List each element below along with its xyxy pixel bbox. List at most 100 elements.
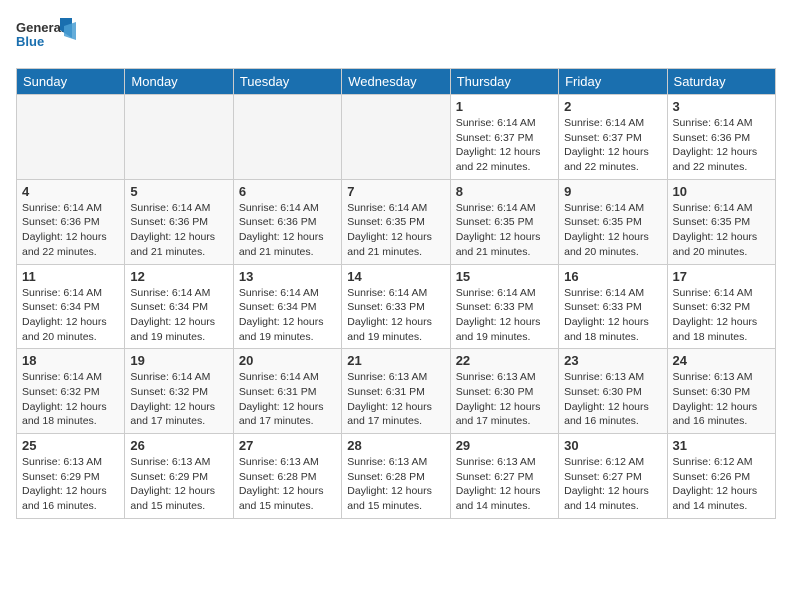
calendar-cell: 1 Sunrise: 6:14 AM Sunset: 6:37 PM Daylig…	[450, 95, 558, 180]
calendar-cell: 18Sunrise: 6:14 AM Sunset: 6:32 PM Dayli…	[17, 349, 125, 434]
day-number: 27	[239, 438, 336, 453]
day-info: Sunrise: 6:13 AM Sunset: 6:30 PM Dayligh…	[456, 370, 553, 429]
calendar-cell	[17, 95, 125, 180]
calendar-cell: 11 Sunrise: 6:14 AM Sunset: 6:34 PM Dayli…	[17, 264, 125, 349]
day-number: 3	[673, 99, 770, 114]
day-info: Sunrise: 6:14 AM Sunset: 6:33 PM Dayligh…	[564, 286, 661, 345]
day-info: Sunrise: 6:14 AM Sunset: 6:31 PM Dayligh…	[239, 370, 336, 429]
calendar-cell: 20 Sunrise: 6:14 AM Sunset: 6:31 PM Dayli…	[233, 349, 341, 434]
day-info: Sunrise: 6:14 AM Sunset: 6:37 PM Dayligh…	[456, 116, 553, 175]
day-of-week-header: Tuesday	[233, 69, 341, 95]
day-info: Sunrise: 6:14 AM Sunset: 6:34 PM Dayligh…	[130, 286, 227, 345]
day-info: Sunrise: 6:14 AM Sunset: 6:34 PM Dayligh…	[239, 286, 336, 345]
logo: GeneralBlue	[16, 16, 76, 56]
day-info: Sunrise: 6:14 AM Sunset: 6:35 PM Dayligh…	[564, 201, 661, 260]
page-header: GeneralBlue	[16, 16, 776, 56]
calendar-cell: 2Sunrise: 6:14 AM Sunset: 6:37 PM Daylig…	[559, 95, 667, 180]
day-number: 6	[239, 184, 336, 199]
calendar-table: SundayMondayTuesdayWednesdayThursdayFrid…	[16, 68, 776, 519]
day-number: 21	[347, 353, 444, 368]
day-number: 23	[564, 353, 661, 368]
calendar-cell: 24 Sunrise: 6:13 AM Sunset: 6:30 PM Dayli…	[667, 349, 775, 434]
day-number: 14	[347, 269, 444, 284]
calendar-cell: 25 Sunrise: 6:13 AM Sunset: 6:29 PM Dayli…	[17, 434, 125, 519]
day-number: 28	[347, 438, 444, 453]
day-info: Sunrise: 6:13 AM Sunset: 6:29 PM Dayligh…	[130, 455, 227, 514]
day-info: Sunrise: 6:14 AM Sunset: 6:32 PM Dayligh…	[673, 286, 770, 345]
day-number: 5	[130, 184, 227, 199]
day-number: 26	[130, 438, 227, 453]
day-info: Sunrise: 6:14 AM Sunset: 6:33 PM Dayligh…	[347, 286, 444, 345]
calendar-cell: 28 Sunrise: 6:13 AM Sunset: 6:28 PM Dayli…	[342, 434, 450, 519]
day-info: Sunrise: 6:13 AM Sunset: 6:28 PM Dayligh…	[347, 455, 444, 514]
calendar-cell: 17Sunrise: 6:14 AM Sunset: 6:32 PM Dayli…	[667, 264, 775, 349]
day-of-week-header: Monday	[125, 69, 233, 95]
calendar-cell: 10 Sunrise: 6:14 AM Sunset: 6:35 PM Dayli…	[667, 179, 775, 264]
calendar-cell: 30 Sunrise: 6:12 AM Sunset: 6:27 PM Dayli…	[559, 434, 667, 519]
day-number: 20	[239, 353, 336, 368]
calendar-week-row: 11 Sunrise: 6:14 AM Sunset: 6:34 PM Dayli…	[17, 264, 776, 349]
day-info: Sunrise: 6:14 AM Sunset: 6:36 PM Dayligh…	[239, 201, 336, 260]
calendar-cell: 4Sunrise: 6:14 AM Sunset: 6:36 PM Daylig…	[17, 179, 125, 264]
day-info: Sunrise: 6:14 AM Sunset: 6:32 PM Dayligh…	[130, 370, 227, 429]
calendar-cell: 15 Sunrise: 6:14 AM Sunset: 6:33 PM Dayli…	[450, 264, 558, 349]
calendar-cell	[125, 95, 233, 180]
day-number: 25	[22, 438, 119, 453]
day-info: Sunrise: 6:13 AM Sunset: 6:31 PM Dayligh…	[347, 370, 444, 429]
calendar-week-row: 18Sunrise: 6:14 AM Sunset: 6:32 PM Dayli…	[17, 349, 776, 434]
calendar-body: 1 Sunrise: 6:14 AM Sunset: 6:37 PM Daylig…	[17, 95, 776, 519]
day-number: 1	[456, 99, 553, 114]
calendar-cell: 7Sunrise: 6:14 AM Sunset: 6:35 PM Daylig…	[342, 179, 450, 264]
day-info: Sunrise: 6:14 AM Sunset: 6:35 PM Dayligh…	[673, 201, 770, 260]
day-info: Sunrise: 6:14 AM Sunset: 6:36 PM Dayligh…	[673, 116, 770, 175]
svg-text:Blue: Blue	[16, 34, 44, 49]
day-number: 24	[673, 353, 770, 368]
calendar-week-row: 25 Sunrise: 6:13 AM Sunset: 6:29 PM Dayli…	[17, 434, 776, 519]
svg-text:General: General	[16, 20, 64, 35]
calendar-cell: 29 Sunrise: 6:13 AM Sunset: 6:27 PM Dayli…	[450, 434, 558, 519]
logo-svg: GeneralBlue	[16, 16, 76, 56]
day-info: Sunrise: 6:12 AM Sunset: 6:27 PM Dayligh…	[564, 455, 661, 514]
calendar-cell: 21 Sunrise: 6:13 AM Sunset: 6:31 PM Dayli…	[342, 349, 450, 434]
day-number: 11	[22, 269, 119, 284]
day-info: Sunrise: 6:13 AM Sunset: 6:30 PM Dayligh…	[673, 370, 770, 429]
calendar-cell: 22 Sunrise: 6:13 AM Sunset: 6:30 PM Dayli…	[450, 349, 558, 434]
day-of-week-header: Sunday	[17, 69, 125, 95]
day-info: Sunrise: 6:14 AM Sunset: 6:34 PM Dayligh…	[22, 286, 119, 345]
calendar-cell	[233, 95, 341, 180]
day-info: Sunrise: 6:14 AM Sunset: 6:33 PM Dayligh…	[456, 286, 553, 345]
day-info: Sunrise: 6:13 AM Sunset: 6:30 PM Dayligh…	[564, 370, 661, 429]
day-number: 12	[130, 269, 227, 284]
calendar-cell: 9 Sunrise: 6:14 AM Sunset: 6:35 PM Daylig…	[559, 179, 667, 264]
calendar-cell: 3 Sunrise: 6:14 AM Sunset: 6:36 PM Daylig…	[667, 95, 775, 180]
calendar-cell: 31 Sunrise: 6:12 AM Sunset: 6:26 PM Dayli…	[667, 434, 775, 519]
calendar-week-row: 4 Sunrise: 6:14 AM Sunset: 6:36 PM Daylig…	[17, 179, 776, 264]
day-number: 29	[456, 438, 553, 453]
day-number: 22	[456, 353, 553, 368]
calendar-cell: 5 Sunrise: 6:14 AM Sunset: 6:36 PM Daylig…	[125, 179, 233, 264]
day-number: 13	[239, 269, 336, 284]
calendar-cell	[342, 95, 450, 180]
day-info: Sunrise: 6:14 AM Sunset: 6:32 PM Dayligh…	[22, 370, 119, 429]
day-info: Sunrise: 6:13 AM Sunset: 6:28 PM Dayligh…	[239, 455, 336, 514]
calendar-cell: 26 Sunrise: 6:13 AM Sunset: 6:29 PM Dayli…	[125, 434, 233, 519]
day-of-week-header: Wednesday	[342, 69, 450, 95]
day-number: 15	[456, 269, 553, 284]
day-info: Sunrise: 6:14 AM Sunset: 6:35 PM Dayligh…	[456, 201, 553, 260]
calendar-cell: 14 Sunrise: 6:14 AM Sunset: 6:33 PM Dayli…	[342, 264, 450, 349]
day-of-week-header: Saturday	[667, 69, 775, 95]
day-number: 4	[22, 184, 119, 199]
day-number: 30	[564, 438, 661, 453]
day-info: Sunrise: 6:13 AM Sunset: 6:27 PM Dayligh…	[456, 455, 553, 514]
day-info: Sunrise: 6:12 AM Sunset: 6:26 PM Dayligh…	[673, 455, 770, 514]
day-number: 31	[673, 438, 770, 453]
day-number: 8	[456, 184, 553, 199]
calendar-cell: 27 Sunrise: 6:13 AM Sunset: 6:28 PM Dayli…	[233, 434, 341, 519]
day-of-week-header: Friday	[559, 69, 667, 95]
day-number: 7	[347, 184, 444, 199]
calendar-cell: 8 Sunrise: 6:14 AM Sunset: 6:35 PM Daylig…	[450, 179, 558, 264]
day-info: Sunrise: 6:13 AM Sunset: 6:29 PM Dayligh…	[22, 455, 119, 514]
day-info: Sunrise: 6:14 AM Sunset: 6:36 PM Dayligh…	[130, 201, 227, 260]
day-number: 9	[564, 184, 661, 199]
day-number: 10	[673, 184, 770, 199]
